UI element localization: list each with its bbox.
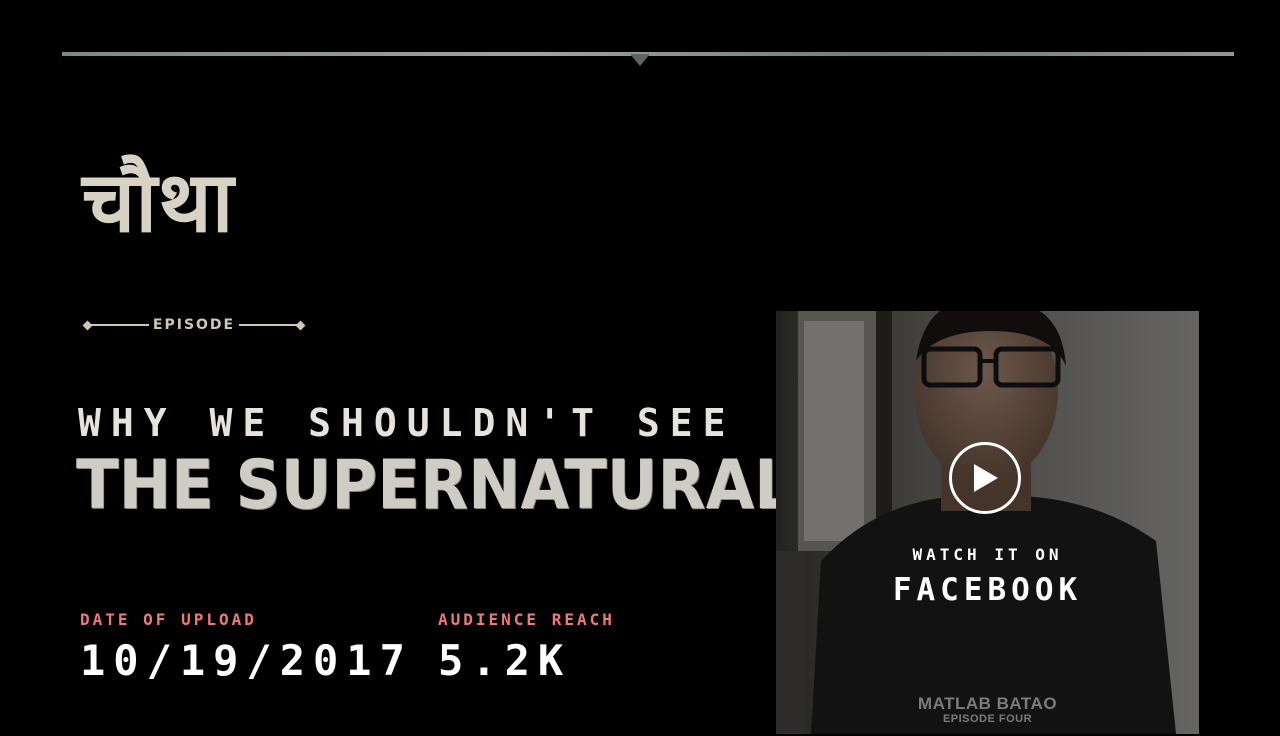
video-overlay [776, 311, 1199, 734]
episode-divider: EPISODE [82, 316, 306, 334]
episode-subtitle: WHY WE SHOULDN'T SEE [78, 401, 736, 445]
play-icon [974, 464, 998, 492]
upload-date-label: DATE OF UPLOAD [80, 610, 257, 629]
top-band-ornament [630, 54, 650, 66]
episode-number-title: चौथा [82, 152, 235, 251]
video-caption-subtitle: EPISODE FOUR [942, 713, 1033, 725]
audience-reach-stat: AUDIENCE REACH 5.2K [438, 610, 615, 686]
facebook-video-card[interactable]: WATCH IT ON FACEBOOK MATLAB BATAO EPISOD… [776, 311, 1199, 734]
watch-it-on-text: WATCH IT ON [912, 545, 1063, 564]
episode-title: THE SUPERNATURAL [76, 446, 795, 525]
divider-line-left [91, 324, 149, 326]
upload-date-value: 10/19/2017 [80, 636, 413, 685]
upload-date-stat: DATE OF UPLOAD 10/19/2017 [80, 610, 413, 686]
episode-label: EPISODE [152, 317, 236, 333]
divider-line-right [239, 324, 298, 326]
play-button[interactable] [949, 442, 1021, 514]
audience-reach-value: 5.2K [438, 636, 572, 685]
video-caption: MATLAB BATAO EPISODE FOUR [776, 694, 1199, 726]
video-caption-title: MATLAB BATAO [917, 694, 1058, 713]
facebook-link[interactable]: FACEBOOK [776, 572, 1199, 608]
divider-diamond-right-icon [295, 320, 306, 330]
audience-reach-label: AUDIENCE REACH [438, 610, 615, 629]
